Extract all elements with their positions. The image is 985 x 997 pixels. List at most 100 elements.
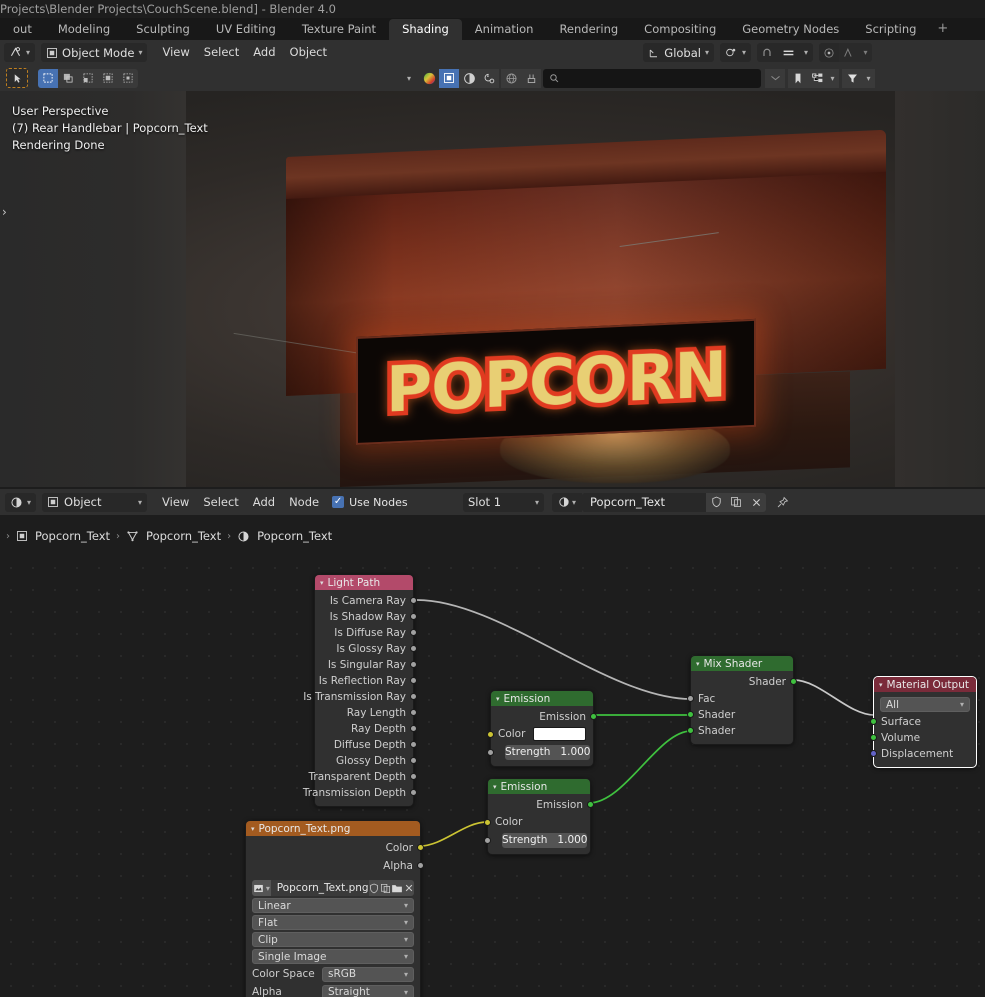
socket-row-color-2[interactable]: Color (484, 813, 590, 831)
socket-in-shader-2[interactable] (687, 727, 694, 734)
falloff-dropdown[interactable]: ▾ (859, 43, 872, 62)
socket-in-strength-2[interactable] (484, 837, 491, 844)
source-dropdown[interactable]: Single Image ▾ (252, 949, 414, 964)
image-open-button[interactable] (391, 880, 404, 896)
workspace-tab-modeling[interactable]: Modeling (45, 19, 123, 40)
outliner-filter-type[interactable] (808, 68, 826, 88)
socket-row-transmission-depth[interactable]: Transmission Depth (303, 785, 417, 801)
menu-object[interactable]: Object (283, 43, 334, 62)
socket-out-is-diffuse-ray[interactable] (410, 629, 417, 636)
node-emission-2-header[interactable]: ▾ Emission (488, 779, 590, 794)
socket-row-is-diffuse-ray[interactable]: Is Diffuse Ray (315, 625, 417, 641)
node-light-path-header[interactable]: ▾ Light Path (315, 575, 413, 590)
socket-row-is-shadow-ray[interactable]: Is Shadow Ray (315, 609, 417, 625)
shader-menu-select[interactable]: Select (196, 493, 245, 512)
socket-row-volume[interactable]: Volume (870, 730, 976, 746)
image-name-field[interactable]: Popcorn_Text.png (270, 880, 369, 896)
use-nodes-toggle[interactable]: ✓ Use Nodes (332, 496, 408, 509)
workspace-tab-geometry-nodes[interactable]: Geometry Nodes (729, 19, 852, 40)
node-mix-shader[interactable]: ▾ Mix Shader Shader Fac Shader Shader (687, 655, 797, 745)
viewport-shading-solid[interactable] (439, 68, 459, 88)
socket-in-strength-1[interactable] (487, 749, 494, 756)
workspace-tab-animation[interactable]: Animation (462, 19, 547, 40)
socket-row-emission-out-1[interactable]: Emission (491, 709, 597, 725)
workspace-tab-compositing[interactable]: Compositing (631, 19, 729, 40)
collapse-chevron-icon[interactable]: ▾ (493, 783, 497, 791)
collapse-chevron-icon[interactable]: ▾ (879, 681, 883, 689)
viewport-shading-wireframe[interactable] (419, 69, 439, 88)
node-image-texture-header[interactable]: ▾ Popcorn_Text.png (246, 821, 420, 836)
socket-row-transparent-depth[interactable]: Transparent Depth (309, 769, 417, 785)
falloff-type-selector[interactable] (839, 43, 859, 62)
node-image-texture[interactable]: ▾ Popcorn_Text.png Color Alpha ▾ Popcorn… (245, 820, 424, 997)
viewport-shading-material[interactable] (459, 68, 479, 88)
proportional-edit-toggle[interactable] (819, 43, 839, 62)
socket-out-tex-color[interactable] (417, 844, 424, 851)
shader-type-selector[interactable]: Object ▾ (42, 492, 148, 512)
workspace-tab-sculpting[interactable]: Sculpting (123, 19, 203, 40)
socket-out-diffuse-depth[interactable] (410, 741, 417, 748)
material-slot-selector[interactable]: Slot 1 ▾ (463, 492, 544, 512)
socket-row-is-transmission-ray[interactable]: Is Transmission Ray (303, 689, 417, 705)
alpha-dropdown[interactable]: Straight ▾ (322, 984, 414, 997)
outliner-filter-funnel[interactable] (842, 68, 862, 88)
socket-out-ray-length[interactable] (410, 709, 417, 716)
collapse-chevron-icon[interactable]: ▾ (320, 579, 324, 587)
material-name-field[interactable]: Popcorn_Text (582, 492, 706, 512)
emission-1-strength-field[interactable]: Strength 1.000 (505, 744, 591, 760)
node-emission-1[interactable]: ▾ Emission Emission Color Strength 1.000 (487, 690, 597, 767)
menu-select[interactable]: Select (197, 43, 246, 62)
socket-out-is-shadow-ray[interactable] (410, 613, 417, 620)
socket-in-shader-1[interactable] (687, 711, 694, 718)
socket-row-glossy-depth[interactable]: Glossy Depth (315, 753, 417, 769)
socket-row-color-1[interactable]: Color (487, 725, 593, 743)
collapse-chevron-icon[interactable]: ▾ (696, 660, 700, 668)
socket-row-is-singular-ray[interactable]: Is Singular Ray (315, 657, 417, 673)
node-material-output[interactable]: ▾ Material Output All ▾ Surface Volume D… (870, 676, 977, 768)
node-emission-2[interactable]: ▾ Emission Emission Color Strength 1.000 (484, 778, 594, 855)
breadcrumb-object[interactable]: Popcorn_Text (10, 529, 116, 543)
workspace-tab-layout[interactable]: out (0, 19, 45, 40)
viewport-collapse-chevron-icon[interactable]: ▾ (407, 74, 411, 83)
workspace-tab-shading[interactable]: Shading (389, 19, 462, 40)
breadcrumb-material[interactable]: Popcorn_Text (231, 529, 338, 543)
breadcrumb-mesh[interactable]: Popcorn_Text (120, 529, 227, 543)
browse-image-button[interactable]: ▾ (252, 880, 271, 896)
outliner-filter-dropdown[interactable]: ▾ (862, 68, 875, 88)
pin-material-button[interactable] (772, 493, 792, 512)
socket-out-is-camera-ray[interactable] (410, 597, 417, 604)
outliner-bookmark[interactable] (788, 68, 808, 88)
socket-row-fac[interactable]: Fac (687, 690, 793, 707)
node-emission-1-header[interactable]: ▾ Emission (491, 691, 593, 706)
outliner-filter-type-dropdown[interactable]: ▾ (826, 68, 839, 88)
socket-row-emission-out-2[interactable]: Emission (488, 797, 594, 813)
snap-pivot-selector[interactable]: ▾ (719, 43, 751, 62)
select-mode-subtract[interactable] (78, 68, 98, 88)
socket-row-shader-out[interactable]: Shader (691, 674, 797, 690)
image-new-button[interactable] (379, 880, 392, 896)
select-mode-difference[interactable] (98, 68, 118, 88)
socket-in-surface[interactable] (870, 718, 877, 725)
workspace-tab-texture-paint[interactable]: Texture Paint (289, 19, 389, 40)
socket-row-strength-1[interactable]: Strength 1.000 (487, 743, 593, 761)
socket-in-fac[interactable] (687, 695, 694, 702)
shader-menu-node[interactable]: Node (282, 493, 326, 512)
socket-in-volume[interactable] (870, 734, 877, 741)
projection-dropdown[interactable]: Flat ▾ (252, 915, 414, 930)
material-unlink-button[interactable] (746, 492, 766, 512)
socket-out-transmission-depth[interactable] (410, 789, 417, 796)
viewport-3d[interactable]: POPCORN › User Perspective (7) Rear Hand… (0, 91, 985, 487)
socket-row-tex-color[interactable]: Color (246, 839, 424, 857)
material-output-target-dropdown[interactable]: All ▾ (880, 697, 970, 712)
material-duplicate-button[interactable] (726, 492, 746, 512)
collapse-chevron-icon[interactable]: ▾ (251, 825, 255, 833)
workspace-tab-rendering[interactable]: Rendering (546, 19, 631, 40)
add-workspace-button[interactable]: + (929, 18, 956, 40)
select-mode-extend[interactable] (58, 68, 78, 88)
node-light-path[interactable]: ▾ Light Path Is Camera Ray Is Shadow Ray… (303, 574, 417, 807)
use-nodes-checkbox[interactable]: ✓ (332, 496, 345, 508)
select-mode-set[interactable] (38, 68, 58, 88)
viewport-brush-toggle[interactable] (521, 68, 541, 88)
socket-row-ray-length[interactable]: Ray Length (315, 705, 417, 721)
socket-out-glossy-depth[interactable] (410, 757, 417, 764)
